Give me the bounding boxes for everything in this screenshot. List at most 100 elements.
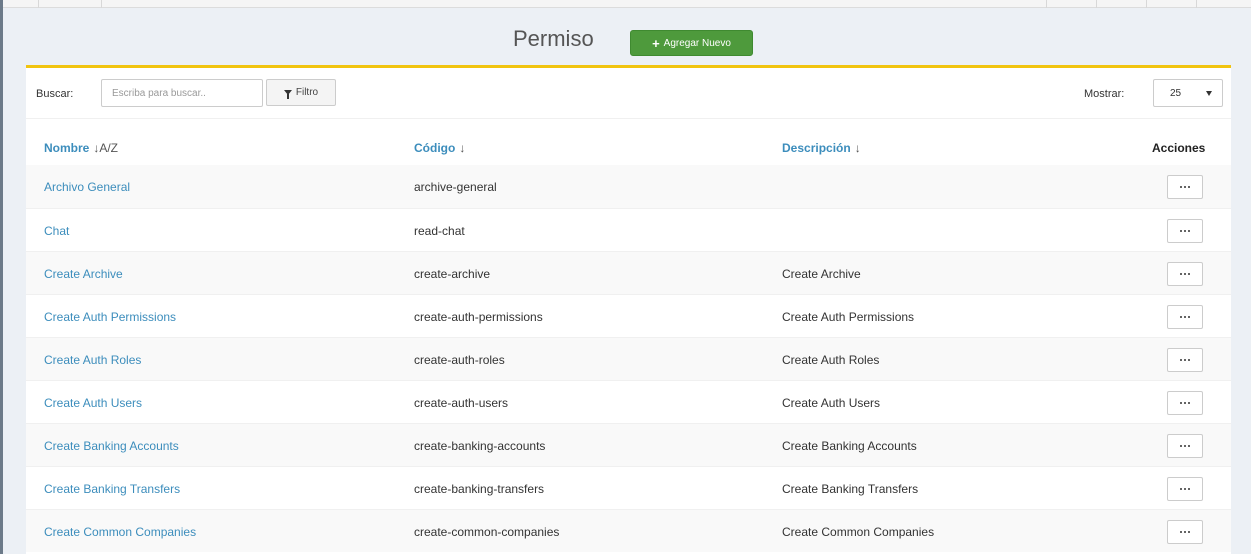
sort-arrow-icon: ↓ — [459, 141, 466, 155]
row-actions-button[interactable] — [1167, 477, 1203, 501]
permission-code: archive-general — [414, 180, 497, 194]
permission-name-link[interactable]: Create Auth Roles — [44, 353, 141, 367]
page-title: Permiso — [513, 26, 594, 51]
ellipsis-icon — [1180, 445, 1182, 447]
permission-name-link[interactable]: Archivo General — [44, 180, 130, 194]
permission-name-link[interactable]: Chat — [44, 224, 69, 238]
permission-description: Create Common Companies — [782, 525, 935, 539]
ellipsis-icon — [1184, 316, 1186, 318]
top-strip-divider — [1146, 0, 1147, 8]
ellipsis-icon — [1180, 531, 1182, 533]
ellipsis-icon — [1188, 402, 1190, 404]
ellipsis-icon — [1188, 230, 1190, 232]
ellipsis-icon — [1188, 316, 1190, 318]
column-header-description-label: Descripción — [782, 141, 851, 155]
page-size-select[interactable]: 25 — [1153, 79, 1223, 107]
ellipsis-icon — [1184, 273, 1186, 275]
permission-description: Create Banking Transfers — [782, 482, 919, 496]
filter-icon — [283, 90, 292, 99]
ellipsis-icon — [1188, 531, 1190, 533]
left-border — [0, 0, 3, 554]
page-size-label: Mostrar: — [1084, 88, 1125, 100]
row-actions-button[interactable] — [1167, 391, 1203, 415]
ellipsis-icon — [1180, 230, 1182, 232]
permission-name-link[interactable]: Create Auth Permissions — [44, 310, 176, 324]
permission-code: create-auth-permissions — [414, 310, 543, 324]
permission-code: read-chat — [414, 224, 465, 238]
ellipsis-icon — [1184, 488, 1186, 490]
permission-code: create-common-companies — [414, 525, 560, 539]
table-body: Archivo General archive-general Chat read-c… — [26, 165, 1231, 552]
row-actions-button[interactable] — [1167, 175, 1203, 199]
ellipsis-icon — [1188, 186, 1190, 188]
ellipsis-icon — [1180, 359, 1182, 361]
table-row: Create Auth Roles create-auth-roles Create… — [26, 337, 1231, 380]
permission-description: Create Archive — [782, 267, 861, 281]
row-actions-button[interactable] — [1167, 219, 1203, 243]
ellipsis-icon — [1184, 359, 1186, 361]
row-actions-button[interactable] — [1167, 262, 1203, 286]
add-new-button[interactable]: + Agregar Nuevo — [630, 30, 753, 56]
column-header-name[interactable]: Nombre ↓A/Z — [44, 141, 118, 155]
table-row: Create Auth Permissions create-auth-permi… — [26, 294, 1231, 337]
ellipsis-icon — [1180, 186, 1182, 188]
ellipsis-icon — [1188, 273, 1190, 275]
row-actions-button[interactable] — [1167, 348, 1203, 372]
chevron-down-icon — [1206, 91, 1212, 96]
permission-code: create-banking-transfers — [414, 482, 545, 496]
page-size-value: 25 — [1170, 87, 1182, 99]
ellipsis-icon — [1188, 359, 1190, 361]
permission-name-link[interactable]: Create Archive — [44, 267, 123, 281]
ellipsis-icon — [1184, 531, 1186, 533]
table-row: Create Banking Transfers create-banking-t… — [26, 466, 1231, 509]
row-actions-button[interactable] — [1167, 520, 1203, 544]
column-header-description[interactable]: Descripción ↓ — [782, 141, 861, 155]
ellipsis-icon — [1184, 402, 1186, 404]
permission-code: create-banking-accounts — [414, 439, 546, 453]
filter-label: Filtro — [295, 87, 319, 98]
permission-code: create-archive — [414, 267, 491, 281]
permission-name-link[interactable]: Create Common Companies — [44, 525, 196, 539]
table-row: Chat read-chat — [26, 208, 1231, 251]
table-row: Create Common Companies create-common-com… — [26, 509, 1231, 552]
permission-description: Create Banking Accounts — [782, 439, 917, 453]
ellipsis-icon — [1180, 402, 1182, 404]
column-header-actions: Acciones — [1152, 141, 1206, 155]
permission-description: Create Auth Permissions — [782, 310, 915, 324]
permission-description: Create Auth Users — [782, 396, 881, 410]
table-row: Archivo General archive-general — [26, 165, 1231, 208]
top-strip-divider — [1046, 0, 1047, 8]
table-row: Create Auth Users create-auth-users Create… — [26, 380, 1231, 423]
ellipsis-icon — [1180, 316, 1182, 318]
search-label: Buscar: — [36, 88, 74, 100]
filter-button[interactable]: Filtro — [266, 79, 336, 106]
column-header-code[interactable]: Código ↓ — [414, 141, 465, 155]
row-actions-button[interactable] — [1167, 434, 1203, 458]
sort-alpha-icon: ↓A/Z — [93, 141, 119, 155]
top-strip-divider — [38, 0, 39, 8]
table-row: Create Archive create-archive Create Archi… — [26, 251, 1231, 294]
permission-name-link[interactable]: Create Banking Accounts — [44, 439, 179, 453]
page-header: Permiso + Agregar Nuevo — [3, 8, 1251, 65]
permission-code: create-auth-users — [414, 396, 509, 410]
ellipsis-icon — [1184, 230, 1186, 232]
permission-name-link[interactable]: Create Banking Transfers — [44, 482, 180, 496]
add-new-label: Agregar Nuevo — [663, 37, 731, 49]
permission-name-link[interactable]: Create Auth Users — [44, 396, 142, 410]
column-header-code-label: Código — [414, 141, 456, 155]
permission-code: create-auth-roles — [414, 353, 505, 367]
search-input[interactable] — [101, 79, 263, 107]
top-strip-divider — [1096, 0, 1097, 8]
top-strip-divider — [101, 0, 102, 8]
ellipsis-icon — [1180, 488, 1182, 490]
sort-arrow-icon: ↓ — [854, 141, 861, 155]
table-header: Nombre ↓A/Z Código ↓ Descripción ↓ Acciones — [26, 119, 1231, 165]
row-actions-button[interactable] — [1167, 305, 1203, 329]
table-row: Create Banking Accounts create-banking-ac… — [26, 423, 1231, 466]
ellipsis-icon — [1184, 186, 1186, 188]
ellipsis-icon — [1188, 445, 1190, 447]
permission-description: Create Auth Roles — [782, 353, 880, 367]
top-strip — [3, 0, 1251, 8]
table-toolbar: Buscar: Filtro Mostrar: 25 — [26, 68, 1231, 119]
column-header-name-label: Nombre — [44, 141, 90, 155]
